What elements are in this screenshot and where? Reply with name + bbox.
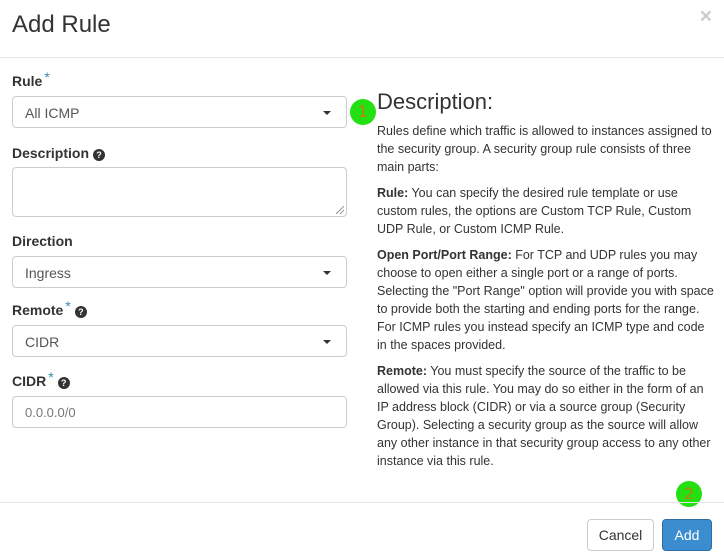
remote-select-value: CIDR <box>25 334 60 350</box>
description-title: Description: <box>377 89 494 114</box>
required-mark: * <box>65 298 71 314</box>
question-circle-icon[interactable]: ? <box>74 306 87 318</box>
description-port-paragraph: Open Port/Port Range: For TCP and UDP ru… <box>377 246 717 354</box>
chevron-down-icon <box>323 340 331 344</box>
description-label: Description? <box>12 145 106 161</box>
required-mark: * <box>48 369 54 385</box>
description-rule-paragraph: Rule: You can specify the desired rule t… <box>377 184 717 238</box>
rule-heading: Rule: <box>377 185 409 200</box>
rule-label-text: Rule <box>12 73 43 89</box>
description-panel: Description: Rules define which traffic … <box>377 88 717 478</box>
remote-label: Remote *? <box>12 298 87 318</box>
annotation-marker-1: 1 <box>350 99 376 125</box>
required-mark: * <box>44 69 50 85</box>
port-heading: Open Port/Port Range: <box>377 247 512 262</box>
add-button[interactable]: Add <box>662 519 712 551</box>
port-text: For TCP and UDP rules you may choose to … <box>377 247 714 352</box>
remote-select[interactable]: CIDR <box>12 325 347 357</box>
cidr-input-value: 0.0.0.0/0 <box>25 405 76 420</box>
modal-footer: Cancel Add <box>0 502 724 560</box>
cidr-input[interactable]: 0.0.0.0/0 <box>12 396 347 428</box>
description-textarea[interactable] <box>12 167 347 217</box>
modal-header: Add Rule × <box>0 0 724 58</box>
rule-label: Rule * <box>12 69 50 89</box>
question-circle-icon[interactable]: ? <box>57 377 70 389</box>
rule-select-value: All ICMP <box>25 105 80 121</box>
remote-heading: Remote: <box>377 363 428 378</box>
direction-label: Direction <box>12 233 73 249</box>
description-intro: Rules define which traffic is allowed to… <box>377 123 712 174</box>
cidr-label-text: CIDR <box>12 373 47 389</box>
direction-select-value: Ingress <box>25 265 71 281</box>
resize-grip-icon[interactable] <box>336 206 344 214</box>
chevron-down-icon <box>323 271 331 275</box>
chevron-down-icon <box>323 111 331 115</box>
direction-select[interactable]: Ingress <box>12 256 347 288</box>
description-remote-paragraph: Remote: You must specify the source of t… <box>377 362 717 470</box>
rule-text: You can specify the desired rule templat… <box>377 185 692 236</box>
cidr-label: CIDR *? <box>12 369 70 389</box>
question-circle-icon[interactable]: ? <box>93 149 106 161</box>
remote-text: You must specify the source of the traff… <box>377 363 711 468</box>
description-label-text: Description <box>12 145 90 161</box>
remote-label-text: Remote <box>12 302 64 318</box>
direction-label-text: Direction <box>12 233 73 249</box>
modal-title: Add Rule <box>12 11 111 38</box>
close-icon[interactable]: × <box>700 6 712 27</box>
cancel-button[interactable]: Cancel <box>587 519 654 551</box>
rule-select[interactable]: All ICMP <box>12 96 347 128</box>
